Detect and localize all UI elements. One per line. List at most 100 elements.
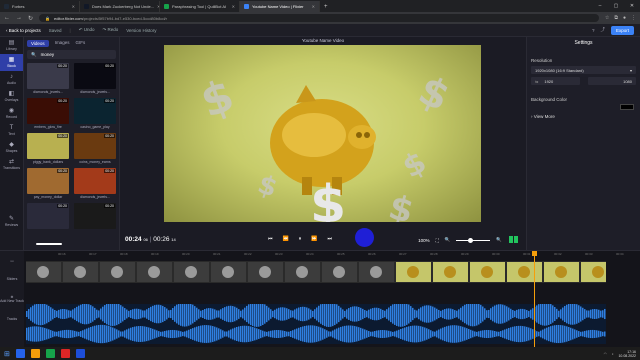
taskbar-app[interactable] xyxy=(75,349,85,358)
view-more-button[interactable]: › View More xyxy=(531,114,636,119)
pause-icon[interactable]: ⏸ xyxy=(299,236,302,242)
media-item[interactable]: 00:20 diamonds_jewels... xyxy=(74,63,116,95)
browser-tab-active[interactable]: Youtube Name Video | Flixier ✕ xyxy=(240,1,320,12)
tracks-label[interactable]: Tracks xyxy=(7,317,17,321)
media-thumbnail[interactable]: 00:20 xyxy=(27,168,69,194)
zoom-out-icon[interactable]: 🔍 xyxy=(445,237,451,243)
taskbar-app[interactable] xyxy=(45,349,55,358)
playhead[interactable] xyxy=(532,251,537,348)
audio-track-clip[interactable] xyxy=(26,301,606,344)
fullscreen-icon[interactable]: ⛶ xyxy=(436,238,439,243)
version-history-button[interactable]: Version History xyxy=(126,28,156,33)
export-button[interactable]: Export xyxy=(610,25,634,35)
redo-button[interactable]: ↷ Redo xyxy=(103,27,119,33)
waveform-bar-left xyxy=(540,303,542,325)
rail-item-overlays[interactable]: ◧ Overlays xyxy=(0,88,23,105)
media-thumbnail[interactable]: 00:20 xyxy=(27,203,69,229)
sliders-label[interactable]: Sliders xyxy=(7,277,18,281)
video-track-clip[interactable] xyxy=(26,261,606,283)
rail-item-library[interactable]: ▤ Library xyxy=(0,37,23,54)
close-window-icon[interactable]: ✕ xyxy=(624,0,640,12)
skip-start-icon[interactable]: ⏮ xyxy=(268,236,273,242)
timeline-ruler[interactable]: 00:16 00:17 00:18 00:19 00:20 00:21 00:22 00:23… xyxy=(24,251,640,259)
rail-item-audio[interactable]: ♪ Audio xyxy=(0,71,23,88)
media-thumbnail[interactable]: 00:20 xyxy=(74,203,116,229)
fast-forward-icon[interactable]: ⏩ xyxy=(311,236,317,242)
close-icon[interactable]: ✕ xyxy=(312,4,315,9)
windows-start-icon[interactable]: ⊞ xyxy=(4,350,10,358)
media-item[interactable]: 00:20 diamonds_jewels... xyxy=(74,168,116,200)
media-search-input[interactable]: 🔍 money xyxy=(27,50,116,59)
zoom-in-icon[interactable]: 🔍 xyxy=(496,237,502,243)
media-thumbnail[interactable]: 00:20 xyxy=(74,98,116,124)
add-track-button[interactable]: ⊕ Add New Track xyxy=(0,295,24,303)
media-item[interactable]: 00:20 casino_game_play xyxy=(74,98,116,130)
rewind-icon[interactable]: ⏪ xyxy=(283,236,289,242)
height-field[interactable]: 1080 xyxy=(587,77,636,85)
browser-tab[interactable]: Forbes ✕ xyxy=(0,1,80,12)
taskbar-app[interactable] xyxy=(60,349,70,358)
menu-icon[interactable]: ⋮ xyxy=(631,15,636,21)
network-icon[interactable]: ◠ xyxy=(604,352,607,356)
media-item[interactable]: 00:20 embers_glow_fire xyxy=(27,98,69,130)
resolution-select[interactable]: 1920x1080 (16:9 Standard) ▾ xyxy=(531,66,636,74)
timeline-ruler-toggle[interactable]: ▭ xyxy=(10,259,13,263)
skip-end-icon[interactable]: ⏭ xyxy=(328,236,333,242)
browser-tab[interactable]: Paraphrasing Tool | QuillBot AI ✕ xyxy=(160,1,240,12)
url-field[interactable]: 🔒 editor.flixier.com/projects/5f57b94-bd… xyxy=(39,14,599,22)
media-thumbnail[interactable]: 00:20 xyxy=(27,98,69,124)
rail-item-stock[interactable]: ▦ Stock xyxy=(0,54,23,71)
close-icon[interactable]: ✕ xyxy=(232,4,235,9)
rail-item-reviews[interactable]: ✎ Reviews xyxy=(0,213,23,230)
reload-icon[interactable]: ↻ xyxy=(28,15,33,22)
video-canvas[interactable]: $ $ $ $ $ $ xyxy=(164,45,481,222)
rail-item-shapes[interactable]: ◆ Shapes xyxy=(0,139,23,156)
forward-arrow-icon[interactable]: → xyxy=(16,15,22,21)
undo-button[interactable]: ↶ Undo xyxy=(79,27,95,33)
taskbar-app[interactable] xyxy=(30,349,40,358)
media-thumbnail[interactable]: 00:20 xyxy=(27,133,69,159)
media-thumbnail[interactable]: 00:20 xyxy=(74,63,116,89)
share-icon[interactable]: ⤴ xyxy=(600,27,605,33)
media-thumbnail[interactable]: 00:20 xyxy=(74,168,116,194)
help-icon[interactable]: ? xyxy=(592,28,595,33)
media-thumbnail[interactable]: 00:20 xyxy=(74,133,116,159)
zoom-level[interactable]: 100% xyxy=(418,238,430,243)
background-color-swatch[interactable] xyxy=(620,104,634,110)
rail-item-transitions[interactable]: ⇄ Transitions xyxy=(0,156,23,173)
media-item[interactable]: 00:20 piggy_bank_dollars xyxy=(27,133,69,165)
tab-gifs[interactable]: GIFs xyxy=(75,40,85,47)
browser-tab[interactable]: Does Mark Zuckerberg Not Unde...✕ xyxy=(80,1,160,12)
waveform-bar-left xyxy=(338,305,340,323)
extensions-icon[interactable]: ⧉ xyxy=(614,15,618,21)
new-tab-icon[interactable]: + xyxy=(324,4,328,10)
zoom-slider[interactable] xyxy=(456,237,491,243)
close-icon[interactable]: ✕ xyxy=(72,4,75,9)
volume-icon[interactable]: ♪ xyxy=(612,352,614,356)
taskbar-app[interactable] xyxy=(15,349,25,358)
star-icon[interactable]: ☆ xyxy=(605,15,609,21)
back-arrow-icon[interactable]: ← xyxy=(4,15,10,21)
waveform-bar-right xyxy=(458,325,460,343)
media-item[interactable]: 00:20 diamonds_jewels... xyxy=(27,63,69,95)
maximize-icon[interactable]: ▢ xyxy=(608,0,624,12)
media-item[interactable]: 00:20 xyxy=(74,203,116,235)
rail-item-text[interactable]: T Text xyxy=(0,122,23,139)
profile-icon[interactable]: ● xyxy=(623,15,626,21)
width-field[interactable]: ⇆ 1920 xyxy=(531,77,580,85)
tab-videos[interactable]: Videos xyxy=(27,40,49,47)
media-thumbnail[interactable]: 00:20 xyxy=(27,63,69,89)
scroll-indicator[interactable] xyxy=(36,243,62,245)
media-item[interactable]: 00:20 pay_money_dollar xyxy=(27,168,69,200)
minimize-icon[interactable]: – xyxy=(592,0,608,12)
clock[interactable]: 17:16 10.08.2022 xyxy=(618,350,636,358)
media-item[interactable]: 00:20 xyxy=(27,203,69,235)
back-to-projects-button[interactable]: ‹ Back to projects xyxy=(6,28,41,33)
video-title[interactable]: Youtube Name Video xyxy=(120,38,526,43)
waveform-bar-right xyxy=(68,329,70,339)
layout-toggle-icon[interactable] xyxy=(508,236,518,244)
rail-item-record[interactable]: ◉ Record xyxy=(0,105,23,122)
tab-images[interactable]: Images xyxy=(55,40,70,47)
media-item[interactable]: 00:20 coins_money_earns xyxy=(74,133,116,165)
waveform-bar-right xyxy=(44,327,46,341)
